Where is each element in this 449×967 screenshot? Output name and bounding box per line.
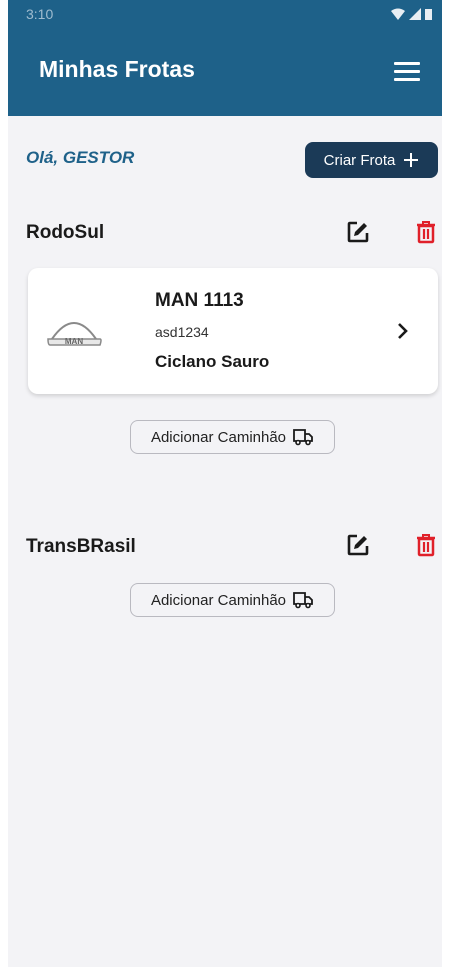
svg-text:MAN: MAN <box>65 337 83 346</box>
delete-fleet-icon[interactable] <box>414 220 438 244</box>
battery-icon <box>425 9 432 20</box>
delete-fleet-icon[interactable] <box>414 533 438 557</box>
add-truck-button[interactable]: Adicionar Caminhão <box>130 583 335 617</box>
chevron-right-icon[interactable] <box>396 320 410 342</box>
fleet-name-transbrasil: TransBRasil <box>26 536 136 557</box>
edit-fleet-icon[interactable] <box>346 220 370 244</box>
fleet-name-rodosul: RodoSul <box>26 222 105 243</box>
create-fleet-button[interactable]: Criar Frota <box>305 142 438 178</box>
signal-icon <box>409 8 421 20</box>
add-truck-label: Adicionar Caminhão <box>150 428 287 446</box>
status-bar: 3:10 <box>8 0 442 36</box>
truck-plate: asd1234 <box>155 324 209 340</box>
wifi-icon <box>391 8 405 20</box>
menu-icon[interactable] <box>394 62 420 84</box>
truck-model: MAN 1113 <box>155 290 244 311</box>
add-truck-button[interactable]: Adicionar Caminhão <box>130 420 335 454</box>
man-logo-icon: MAN <box>47 322 102 346</box>
greeting-text: Olá, GESTOR <box>26 148 135 167</box>
status-time: 3:10 <box>26 6 54 22</box>
truck-card[interactable]: MAN MAN 1113 asd1234 Ciclano Sauro <box>28 268 438 394</box>
edit-fleet-icon[interactable] <box>346 533 370 557</box>
add-truck-label: Adicionar Caminhão <box>150 591 287 609</box>
truck-icon <box>293 592 313 609</box>
status-icons <box>391 8 432 20</box>
truck-driver: Ciclano Sauro <box>155 352 270 371</box>
plus-icon <box>404 153 419 167</box>
app-bar: Minhas Frotas <box>8 36 442 116</box>
create-fleet-label: Criar Frota <box>323 151 396 169</box>
truck-icon <box>293 429 313 446</box>
app-screen: 3:10 Minhas Frotas Olá, GESTOR Criar Fro… <box>8 0 442 967</box>
page-title: Minhas Frotas <box>39 56 195 82</box>
